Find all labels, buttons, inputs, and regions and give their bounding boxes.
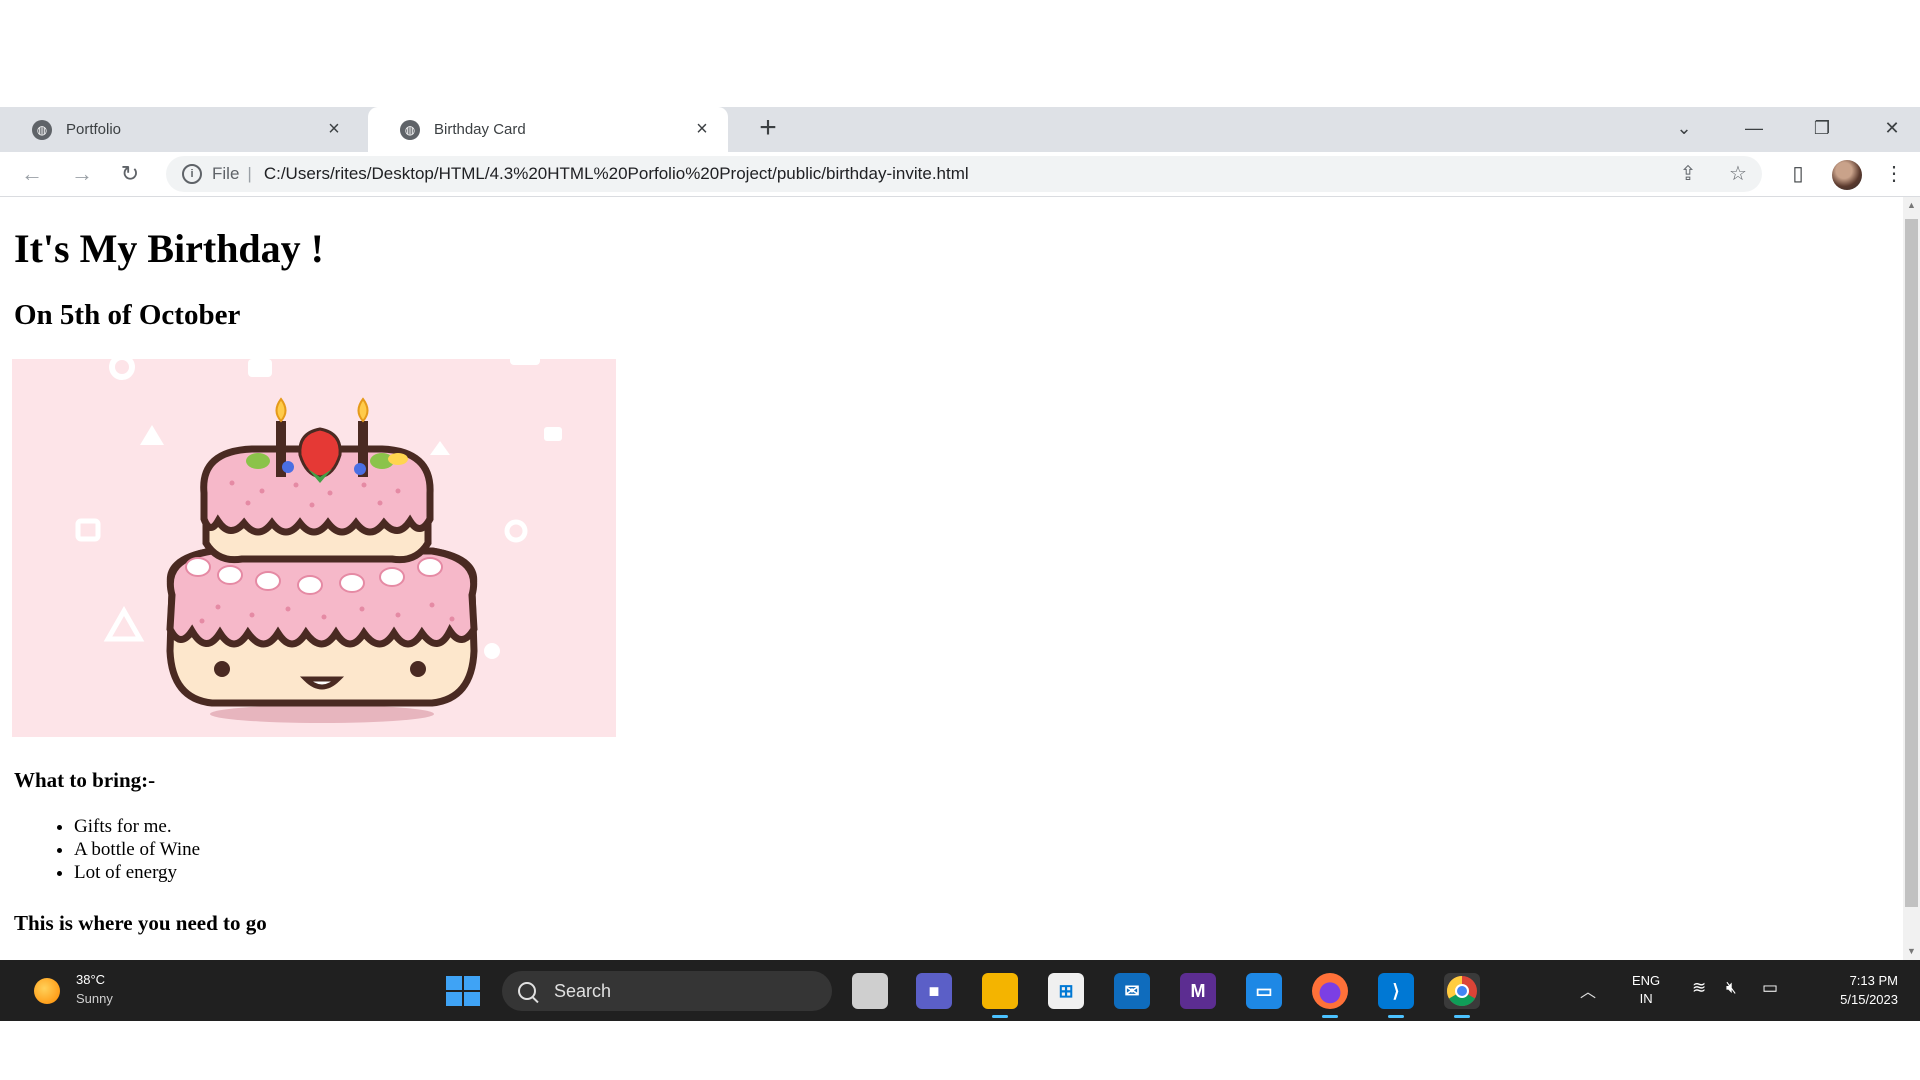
tab-title: Birthday Card [434,121,526,138]
tab-search-button[interactable]: ⌄ [1664,110,1704,146]
url-text[interactable]: C:/Users/rites/Desktop/HTML/4.3%20HTML%2… [264,164,969,184]
wifi-icon[interactable]: ≋ [1692,978,1706,998]
remote-desktop-icon[interactable]: ▭ [1246,973,1282,1009]
restore-button[interactable]: ❐ [1802,110,1842,146]
weather-temperature[interactable]: 38°C [76,972,105,987]
language-indicator[interactable]: ENG IN [1632,972,1660,1008]
file-explorer-icon[interactable] [982,973,1018,1018]
close-icon[interactable]: × [692,118,712,141]
speaker-muted-icon[interactable]: 🔇︎ [1726,978,1737,998]
mail-icon[interactable]: ✉ [1114,973,1150,1009]
taskbar-search-box[interactable]: Search [502,971,832,1011]
battery-icon[interactable]: ▭ [1762,978,1778,998]
microsoft-store-icon[interactable]: ⊞ [1048,973,1084,1009]
vscode-icon[interactable]: ⟩ [1378,973,1414,1018]
weather-condition[interactable]: Sunny [76,991,113,1006]
address-bar[interactable]: i File | C:/Users/rites/Desktop/HTML/4.3… [166,156,1762,192]
url-separator: | [247,164,252,183]
meet-icon[interactable]: ■ [916,973,952,1009]
avatar[interactable] [1832,160,1862,190]
page-title: It's My Birthday ! [14,226,324,271]
reload-icon[interactable]: ↻ [114,158,146,190]
list-item: A bottle of Wine [74,838,200,861]
windows-start-icon[interactable] [446,976,480,1006]
scroll-down-icon[interactable]: ▼ [1903,943,1920,960]
scrollbar-thumb[interactable] [1905,219,1918,907]
kebab-menu-icon[interactable]: ⋮ [1878,158,1910,190]
directions-heading: This is where you need to go [14,911,267,935]
visual-studio-icon[interactable]: M [1180,973,1216,1009]
globe-icon: ◍ [32,119,52,140]
system-clock[interactable]: 7:13 PM 5/15/2023 [1810,971,1898,1009]
clock-date: 5/15/2023 [1840,992,1898,1007]
close-window-button[interactable]: ✕ [1872,110,1912,146]
page-viewport: It's My Birthday ! On 5th of October Wha… [0,197,1903,960]
side-panel-icon[interactable]: ▯ [1782,158,1814,190]
list-item: Lot of energy [74,861,200,884]
forward-arrow-icon[interactable]: → [66,158,98,190]
search-icon [518,982,536,1000]
bring-list: Gifts for me. A bottle of Wine Lot of en… [34,815,200,884]
search-placeholder: Search [554,980,612,1001]
chevron-up-icon[interactable]: ︿ [1580,978,1596,1002]
tab-title: Portfolio [66,121,122,138]
clock-time: 7:13 PM [1849,973,1898,988]
keyboard-region: IN [1639,991,1653,1006]
scroll-up-icon[interactable]: ▲ [1903,197,1920,214]
list-item: Gifts for me. [74,815,200,838]
new-tab-button[interactable]: + [752,110,784,146]
language-code: ENG [1632,973,1661,988]
url-scheme-label: File [212,164,240,183]
chrome-icon[interactable] [1444,973,1480,1018]
bring-heading: What to bring:- [14,768,156,792]
chrome-logo-icon [1446,976,1477,1007]
sun-icon[interactable] [34,978,60,1004]
info-icon[interactable]: i [182,164,202,184]
taskbar: 38°C Sunny Search ■ ⊞ ✉ M ▭ ⟩ ︿ ENG IN ≋… [0,960,1920,1021]
page-subtitle: On 5th of October [14,299,241,331]
minimize-button[interactable]: — [1734,110,1774,146]
tab-portfolio[interactable]: ◍ Portfolio × [0,107,360,152]
desktop-screen: ◍ Portfolio × ◍ Birthday Card × + ⌄ — ❐ … [0,0,1920,1080]
share-icon[interactable]: ⇪ [1674,160,1702,188]
back-arrow-icon[interactable]: ← [16,158,48,190]
birthday-cake-illustration [12,359,616,737]
close-icon[interactable]: × [324,118,344,141]
tab-birthday-card[interactable]: ◍ Birthday Card × [368,107,728,152]
star-icon[interactable]: ☆ [1724,160,1752,188]
vertical-scrollbar[interactable]: ▲ ▼ [1903,197,1920,960]
task-view-icon[interactable] [852,973,888,1009]
globe-icon: ◍ [400,119,420,140]
browser-tab-strip: ◍ Portfolio × ◍ Birthday Card × [0,107,1920,152]
firefox-icon[interactable] [1312,973,1348,1018]
